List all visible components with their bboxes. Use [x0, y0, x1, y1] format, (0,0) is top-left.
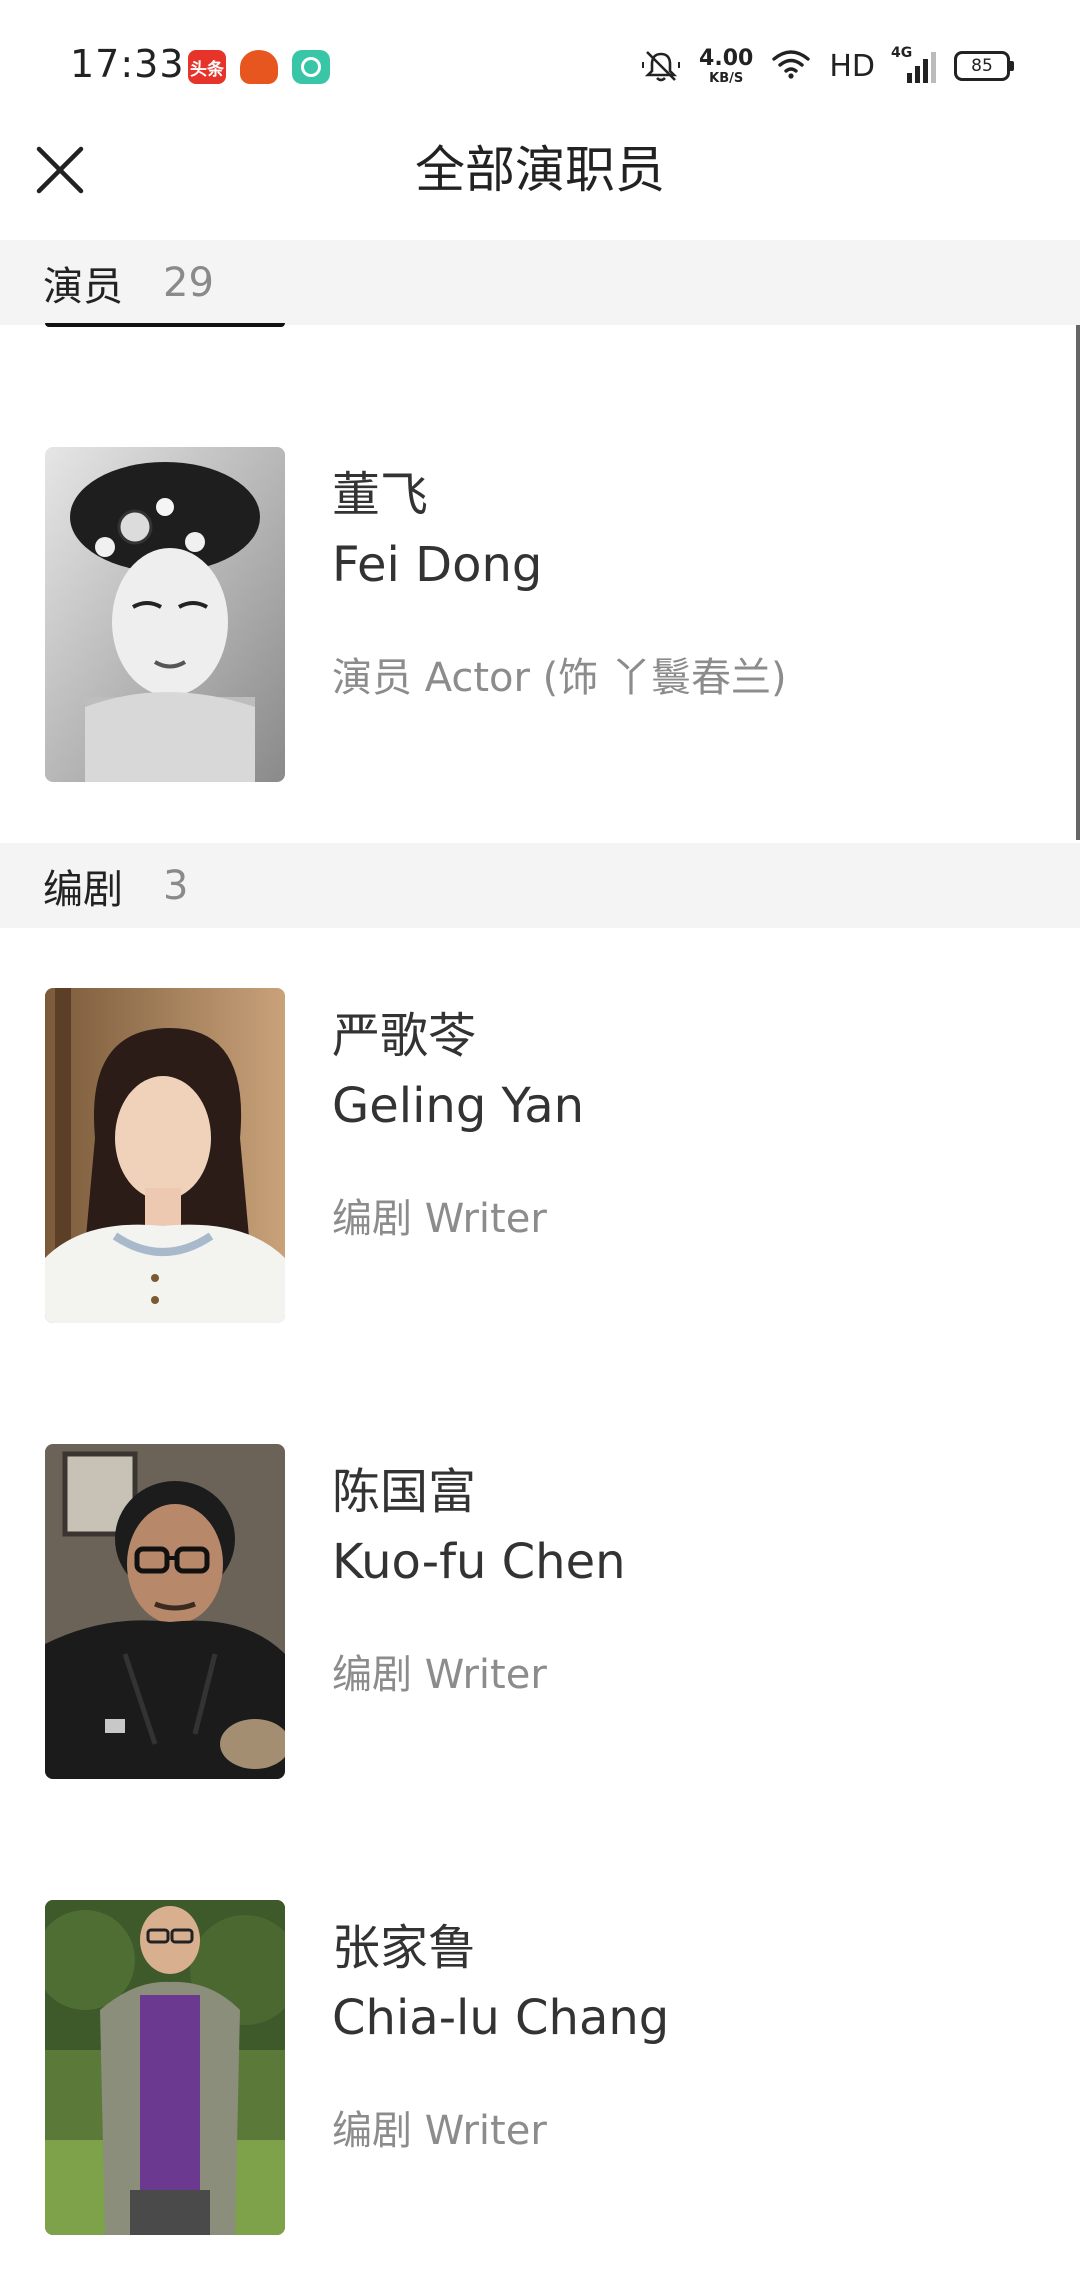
- person-card[interactable]: 张家鲁 Chia-lu Chang 编剧 Writer: [0, 1900, 1080, 2240]
- person-name-zh: 严歌苓: [332, 1008, 477, 1064]
- status-bar: 17:33 头条 4.00 KB/S HD 4G 85: [0, 0, 1080, 130]
- person-card[interactable]: 董飞 Fei Dong 演员 Actor (饰 丫鬟春兰): [0, 447, 1080, 787]
- bell-mute-icon: [641, 48, 681, 84]
- network-speed-value: 4.00: [699, 45, 754, 71]
- person-name-en: Geling Yan: [332, 1078, 585, 1134]
- person-role: 编剧 Writer: [332, 1652, 547, 1698]
- section-count: 3: [163, 862, 189, 909]
- network-type: 4G: [891, 45, 913, 61]
- status-time: 17:33: [70, 42, 185, 86]
- network-speed: 4.00 KB/S: [699, 45, 754, 86]
- battery-level: 85: [971, 56, 993, 76]
- fire-app-icon: [240, 50, 278, 84]
- person-name-zh: 张家鲁: [332, 1920, 477, 1976]
- person-name-zh: 陈国富: [332, 1464, 477, 1520]
- section-title: 编剧: [43, 866, 123, 913]
- battery-icon: 85: [954, 51, 1014, 81]
- avatar: [45, 447, 285, 782]
- person-name-zh: 董飞: [332, 467, 429, 523]
- person-card[interactable]: 严歌苓 Geling Yan 编剧 Writer: [0, 988, 1080, 1328]
- section-title: 演员: [43, 263, 123, 310]
- network-speed-unit: KB/S: [709, 70, 744, 86]
- person-name-en: Chia-lu Chang: [332, 1990, 670, 2046]
- person-role: 编剧 Writer: [332, 2108, 547, 2154]
- avatar: [45, 1444, 285, 1779]
- avatar: [45, 1900, 285, 2235]
- section-header-writers: 编剧 3: [0, 843, 1080, 928]
- cell-signal-icon: 4G: [891, 45, 936, 83]
- avatar-partial: [45, 323, 285, 327]
- page-title: 全部演职员: [415, 141, 665, 199]
- section-header-actors: 演员 29: [0, 240, 1080, 325]
- green-app-icon: [292, 50, 330, 84]
- avatar: [45, 988, 285, 1323]
- section-count: 29: [163, 259, 214, 306]
- person-card[interactable]: 陈国富 Kuo-fu Chen 编剧 Writer: [0, 1444, 1080, 1784]
- person-role: 编剧 Writer: [332, 1196, 547, 1242]
- status-indicators: 4.00 KB/S HD 4G 85: [641, 44, 1014, 88]
- person-role: 演员 Actor (饰 丫鬟春兰): [332, 655, 787, 701]
- toutiao-app-icon: 头条: [188, 50, 226, 84]
- person-name-en: Kuo-fu Chen: [332, 1534, 626, 1590]
- page-header: 全部演职员: [0, 130, 1080, 240]
- person-name-en: Fei Dong: [332, 537, 543, 593]
- wifi-icon: [771, 48, 811, 84]
- hd-label: HD: [829, 48, 875, 84]
